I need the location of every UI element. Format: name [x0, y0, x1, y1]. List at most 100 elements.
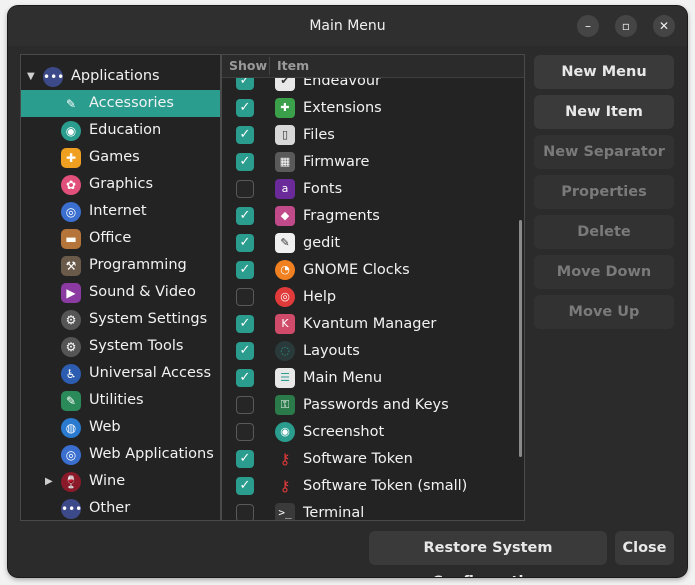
- applications-icon: •••: [43, 67, 64, 87]
- show-checkbox[interactable]: [236, 288, 254, 306]
- list-item[interactable]: ✓ ▯ Files: [222, 122, 524, 149]
- show-checkbox[interactable]: ✓: [236, 126, 254, 144]
- extensions-icon: ✚: [275, 98, 295, 118]
- new-separator-button[interactable]: New Separator: [534, 135, 674, 169]
- item-label: Extensions: [303, 100, 382, 116]
- item-label: Screenshot: [303, 424, 385, 440]
- show-checkbox[interactable]: ✓: [236, 369, 254, 387]
- tree-item-system-settings[interactable]: ⚙ System Settings: [21, 306, 220, 333]
- show-checkbox[interactable]: ✓: [236, 477, 254, 495]
- show-checkbox[interactable]: ✓: [236, 99, 254, 117]
- tree-item-games[interactable]: ✚ Games: [21, 144, 220, 171]
- new-menu-button[interactable]: New Menu: [534, 55, 674, 89]
- main-menu-window: Main Menu – ▫ ✕ ▼ ••• Applications ✎ Acc…: [8, 6, 687, 577]
- system-settings-icon: ⚙: [61, 310, 81, 330]
- menu-tree[interactable]: ▼ ••• Applications ✎ Accessories ◉ Educa…: [20, 54, 221, 521]
- show-checkbox[interactable]: ✓: [236, 207, 254, 225]
- vertical-scrollbar[interactable]: [519, 220, 522, 457]
- tree-item-label: Education: [89, 122, 162, 138]
- item-label: GNOME Clocks: [303, 262, 410, 278]
- firmware-icon: ▦: [275, 152, 295, 172]
- other-icon: •••: [61, 499, 82, 519]
- move-down-button[interactable]: Move Down: [534, 255, 674, 289]
- expander-down-icon[interactable]: ▼: [27, 63, 35, 90]
- show-checkbox[interactable]: ✓: [236, 450, 254, 468]
- tree-item-other[interactable]: ••• Other: [21, 495, 220, 520]
- list-item[interactable]: ✓ ✚ Extensions: [222, 95, 524, 122]
- properties-button[interactable]: Properties: [534, 175, 674, 209]
- list-item[interactable]: >_ Terminal: [222, 500, 524, 520]
- show-checkbox[interactable]: ✓: [236, 315, 254, 333]
- files-icon: ▯: [275, 125, 295, 145]
- list-item[interactable]: ✓ K Kvantum Manager: [222, 311, 524, 338]
- tree-item-sound-video[interactable]: ▶ Sound & Video: [21, 279, 220, 306]
- list-item[interactable]: ✓ ⚷ Software Token: [222, 446, 524, 473]
- web-icon: ◍: [61, 418, 81, 438]
- show-checkbox[interactable]: ✓: [236, 342, 254, 360]
- show-checkbox[interactable]: [236, 504, 254, 520]
- list-item[interactable]: a Fonts: [222, 176, 524, 203]
- tree-item-graphics[interactable]: ✿ Graphics: [21, 171, 220, 198]
- new-item-button[interactable]: New Item: [534, 95, 674, 129]
- tree-item-label: Applications: [71, 68, 160, 84]
- list-item[interactable]: ✓ ◌ Layouts: [222, 338, 524, 365]
- list-item[interactable]: ✓ ✔ Endeavour: [222, 78, 524, 95]
- list-item[interactable]: ✓ ▦ Firmware: [222, 149, 524, 176]
- close-window-button[interactable]: ✕: [653, 15, 675, 37]
- tree-item-system-tools[interactable]: ⚙ System Tools: [21, 333, 220, 360]
- show-checkbox[interactable]: ✓: [236, 153, 254, 171]
- passwords-keys-icon: ⚿: [275, 395, 295, 415]
- endeavour-icon: ✔: [275, 78, 295, 91]
- column-header-show[interactable]: Show: [229, 55, 267, 77]
- tree-item-label: Other: [89, 500, 131, 516]
- programming-icon: ⚒: [61, 256, 81, 276]
- item-label: Help: [303, 289, 337, 305]
- list-item[interactable]: ⚿ Passwords and Keys: [222, 392, 524, 419]
- list-item[interactable]: ✓ ◔ GNOME Clocks: [222, 257, 524, 284]
- show-checkbox[interactable]: ✓: [236, 78, 254, 90]
- clocks-icon: ◔: [275, 260, 295, 280]
- tree-item-web-applications[interactable]: ◎ Web Applications: [21, 441, 220, 468]
- close-button[interactable]: Close: [615, 531, 674, 565]
- list-item[interactable]: ✓ ☰ Main Menu: [222, 365, 524, 392]
- titlebar: Main Menu – ▫ ✕: [8, 6, 687, 46]
- list-item[interactable]: ◎ Help: [222, 284, 524, 311]
- move-up-button[interactable]: Move Up: [534, 295, 674, 329]
- tree-item-office[interactable]: ▬ Office: [21, 225, 220, 252]
- show-checkbox[interactable]: [236, 180, 254, 198]
- tree-item-programming[interactable]: ⚒ Programming: [21, 252, 220, 279]
- tree-item-label: Internet: [89, 203, 147, 219]
- tree-item-web[interactable]: ◍ Web: [21, 414, 220, 441]
- gedit-icon: ✎: [275, 233, 295, 253]
- tree-item-label: Office: [89, 230, 132, 246]
- restore-system-configuration-button[interactable]: Restore System Configuration: [369, 531, 607, 577]
- tree-item-label: Web: [89, 419, 121, 435]
- delete-button[interactable]: Delete: [534, 215, 674, 249]
- list-item[interactable]: ✓ ✎ gedit: [222, 230, 524, 257]
- tree-item-internet[interactable]: ◎ Internet: [21, 198, 220, 225]
- item-label: Layouts: [303, 343, 360, 359]
- column-header-item[interactable]: Item: [277, 55, 309, 77]
- item-label: Fragments: [303, 208, 380, 224]
- minimize-button[interactable]: –: [577, 15, 599, 37]
- show-checkbox[interactable]: ✓: [236, 261, 254, 279]
- item-label: Files: [303, 127, 335, 143]
- show-checkbox[interactable]: ✓: [236, 234, 254, 252]
- tree-item-universal-access[interactable]: ♿ Universal Access: [21, 360, 220, 387]
- show-checkbox[interactable]: [236, 396, 254, 414]
- tree-item-accessories[interactable]: ✎ Accessories: [21, 90, 220, 117]
- tree-item-education[interactable]: ◉ Education: [21, 117, 220, 144]
- tree-item-utilities[interactable]: ✎ Utilities: [21, 387, 220, 414]
- tree-item-applications[interactable]: ▼ ••• Applications: [21, 63, 220, 90]
- fragments-icon: ◆: [275, 206, 295, 226]
- tree-item-label: Utilities: [89, 392, 144, 408]
- show-checkbox[interactable]: [236, 423, 254, 441]
- expander-right-icon[interactable]: ▶: [45, 468, 53, 495]
- list-item[interactable]: ◉ Screenshot: [222, 419, 524, 446]
- list-item[interactable]: ✓ ◆ Fragments: [222, 203, 524, 230]
- maximize-button[interactable]: ▫: [615, 15, 637, 37]
- list-item[interactable]: ✓ ⚷ Software Token (small): [222, 473, 524, 500]
- sound-video-icon: ▶: [61, 283, 81, 303]
- tree-item-wine[interactable]: ▶ 🍷 Wine: [21, 468, 220, 495]
- items-list[interactable]: Show Item ✓ ✔ Endeavour ✓ ✚ Extensions ✓…: [221, 54, 525, 521]
